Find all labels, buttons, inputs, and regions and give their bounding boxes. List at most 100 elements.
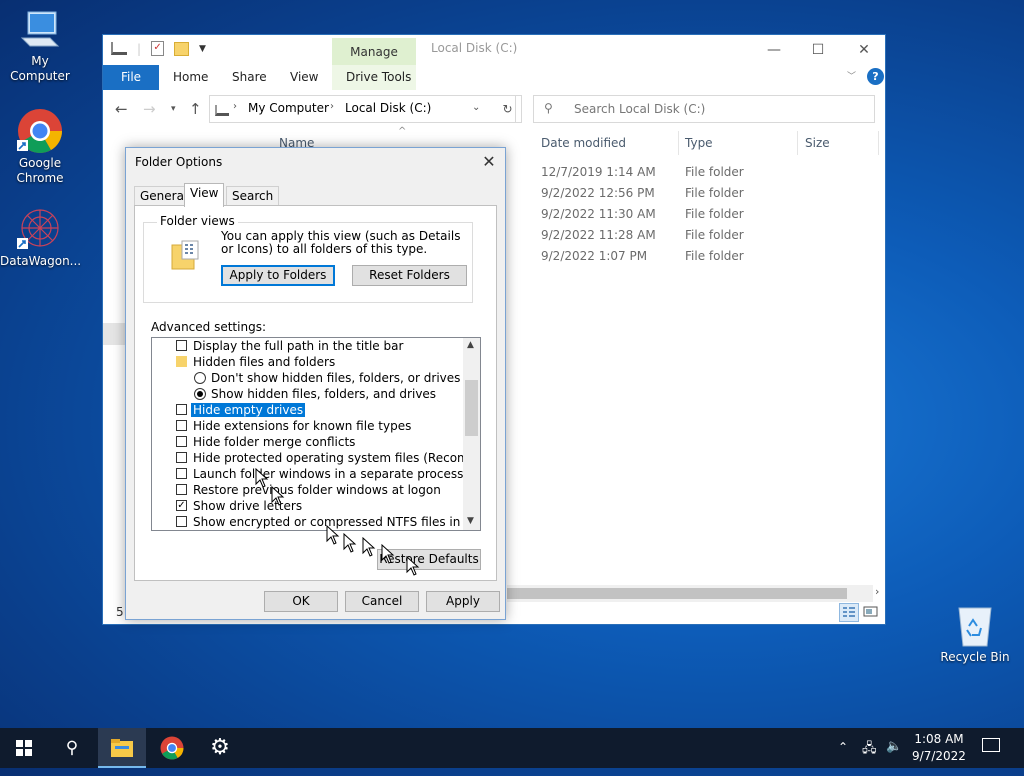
checkbox[interactable] [176, 404, 187, 415]
checkbox[interactable] [176, 452, 187, 463]
minimize-button[interactable]: — [751, 39, 797, 61]
horizontal-scrollbar[interactable] [507, 585, 873, 602]
row-type[interactable]: File folder [685, 228, 744, 242]
setting-item[interactable]: Launch folder windows in a separate proc… [176, 466, 463, 482]
advanced-settings-list[interactable]: Display the full path in the title bar H… [151, 337, 481, 531]
checkbox[interactable] [176, 484, 187, 495]
chrome-taskbar-button[interactable] [148, 728, 196, 768]
checkbox[interactable] [176, 516, 187, 527]
breadcrumb-local-disk[interactable]: Local Disk (C:) [345, 101, 431, 115]
show-hidden-icons-icon[interactable]: ⌃ [838, 740, 848, 754]
desktop-icon-google-chrome[interactable]: Google Chrome [0, 108, 80, 186]
checkbox[interactable] [176, 468, 187, 479]
cancel-button[interactable]: Cancel [345, 591, 419, 612]
search-icon: ⚲ [544, 101, 553, 115]
chevron-down-icon[interactable]: ▼ [199, 44, 206, 54]
clock[interactable]: 1:08 AM 9/7/2022 [906, 731, 972, 765]
maximize-button[interactable]: ☐ [795, 39, 841, 61]
recent-locations-icon[interactable]: ▾ [171, 104, 176, 114]
new-folder-icon[interactable] [174, 41, 190, 56]
tab-share[interactable]: Share [232, 65, 267, 90]
ok-button[interactable]: OK [264, 591, 338, 612]
search-icon[interactable]: ⚲ [48, 728, 96, 768]
scrollbar-thumb[interactable] [465, 380, 478, 436]
row-type[interactable]: File folder [685, 165, 744, 179]
network-icon[interactable]: 🖧 [862, 739, 877, 761]
back-arrow-icon[interactable]: ← [115, 100, 128, 118]
details-view-icon[interactable] [839, 603, 859, 622]
radio-button[interactable] [194, 372, 206, 384]
apply-to-folders-button[interactable]: Apply to Folders [221, 265, 335, 286]
scroll-up-icon[interactable]: ▲ [467, 340, 474, 350]
checkbox[interactable] [176, 436, 187, 447]
address-dropdown-icon[interactable]: ⌄ [472, 102, 480, 113]
radio-button[interactable] [194, 388, 206, 400]
notifications-icon[interactable] [982, 738, 1000, 752]
setting-item[interactable]: Restore previous folder windows at logon [176, 482, 441, 498]
ribbon-tabs: File Home Share View Drive Tools ﹀ ? [103, 65, 885, 90]
folder-icon [111, 739, 133, 757]
search-input[interactable]: ⚲ Search Local Disk (C:) [533, 95, 875, 123]
apply-button[interactable]: Apply [426, 591, 500, 612]
breadcrumb-my-computer[interactable]: My Computer [248, 101, 329, 115]
setting-label: Show drive letters [193, 499, 303, 513]
drive-icon[interactable] [111, 42, 127, 55]
tab-view[interactable]: View [290, 65, 318, 90]
checkbox[interactable] [176, 340, 187, 351]
row-date[interactable]: 12/7/2019 1:14 AM [541, 165, 656, 179]
setting-item[interactable]: Hide extensions for known file types [176, 418, 411, 434]
folder-views-icon [170, 239, 200, 274]
desktop-icon-my-computer[interactable]: My Computer [0, 10, 80, 84]
settings-scrollbar[interactable]: ▲ ▼ [463, 338, 480, 530]
desktop-icon-label: DataWagon... [0, 254, 82, 268]
setting-label: Hidden files and folders [193, 355, 336, 369]
tab-drive-tools[interactable]: Drive Tools [346, 65, 411, 90]
setting-item[interactable]: Hide empty drives [176, 402, 307, 418]
tab-search[interactable]: Search [226, 186, 280, 206]
row-date[interactable]: 9/2/2022 11:30 AM [541, 207, 656, 221]
setting-item[interactable]: Show hidden files, folders, and drives [194, 386, 436, 402]
properties-icon[interactable]: ✓ [151, 41, 165, 56]
row-date[interactable]: 9/2/2022 11:28 AM [541, 228, 656, 242]
setting-item[interactable]: Don't show hidden files, folders, or dri… [194, 370, 460, 386]
checkbox-checked[interactable]: ✓ [176, 500, 187, 511]
column-divider [797, 131, 798, 155]
column-header-date-modified[interactable]: Date modified [541, 136, 626, 150]
file-explorer-taskbar-button[interactable] [98, 728, 146, 768]
settings-gear-icon[interactable]: ⚙ [196, 728, 244, 768]
row-type[interactable]: File folder [685, 249, 744, 263]
column-header-size[interactable]: Size [805, 136, 830, 150]
ribbon-context-manage: Manage [332, 38, 416, 65]
large-icons-view-icon[interactable] [863, 604, 879, 620]
row-type[interactable]: File folder [685, 186, 744, 200]
setting-label: Restore previous folder windows at logon [193, 483, 441, 497]
address-bar[interactable]: › My Computer › Local Disk (C:) ⌄ [209, 95, 516, 123]
row-date[interactable]: 9/2/2022 12:56 PM [541, 186, 655, 200]
row-date[interactable]: 9/2/2022 1:07 PM [541, 249, 647, 263]
dialog-close-button[interactable]: ✕ [477, 150, 501, 174]
tab-view[interactable]: View [184, 183, 225, 207]
desktop-icon-recycle-bin[interactable]: Recycle Bin [935, 604, 1015, 665]
row-type[interactable]: File folder [685, 207, 744, 221]
checkbox[interactable] [176, 420, 187, 431]
close-button[interactable]: ✕ [841, 39, 887, 61]
ribbon-expand-icon[interactable]: ﹀ [847, 69, 856, 82]
forward-arrow-icon[interactable]: → [143, 100, 156, 118]
scrollbar-thumb[interactable] [507, 588, 847, 599]
desktop-icon-label: Google Chrome [16, 156, 64, 185]
scroll-down-icon[interactable]: ▼ [467, 516, 474, 526]
column-header-type[interactable]: Type [685, 136, 713, 150]
setting-item[interactable]: Display the full path in the title bar [176, 338, 403, 354]
desktop-icon-datawagon[interactable]: DataWagon... [0, 206, 82, 269]
start-button[interactable] [0, 728, 48, 768]
help-icon[interactable]: ? [867, 68, 884, 85]
tab-home[interactable]: Home [173, 65, 208, 90]
volume-icon[interactable]: 🔈 [886, 739, 902, 754]
setting-item[interactable]: Hide protected operating system files (R… [176, 450, 480, 466]
setting-item[interactable]: Hide folder merge conflicts [176, 434, 355, 450]
scroll-right-icon[interactable]: › [875, 585, 879, 598]
reset-folders-button[interactable]: Reset Folders [352, 265, 467, 286]
tab-file[interactable]: File [103, 65, 159, 90]
up-arrow-icon[interactable]: ↑ [189, 100, 202, 118]
refresh-button[interactable]: ↻ [494, 95, 522, 123]
